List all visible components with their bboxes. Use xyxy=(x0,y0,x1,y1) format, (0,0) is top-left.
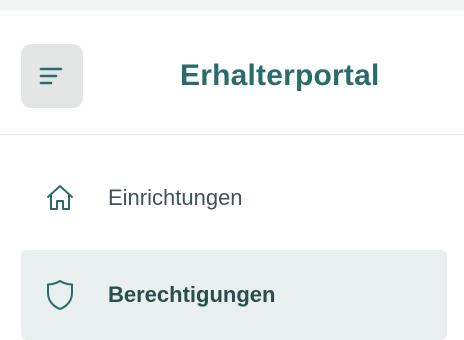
nav-item-berechtigungen[interactable]: Berechtigungen xyxy=(21,250,447,340)
app-title: Erhalterportal xyxy=(180,59,380,92)
app-header: Erhalterportal xyxy=(0,10,464,135)
menu-toggle-button[interactable] xyxy=(21,44,83,108)
menu-icon xyxy=(39,66,65,86)
home-icon xyxy=(43,181,77,215)
shield-icon xyxy=(43,278,77,312)
sidebar-nav: Einrichtungen Berechtigungen xyxy=(0,135,464,340)
top-strip xyxy=(0,0,464,10)
nav-item-label: Einrichtungen xyxy=(108,185,243,210)
nav-item-einrichtungen[interactable]: Einrichtungen xyxy=(21,155,447,241)
nav-item-label: Berechtigungen xyxy=(108,282,276,307)
